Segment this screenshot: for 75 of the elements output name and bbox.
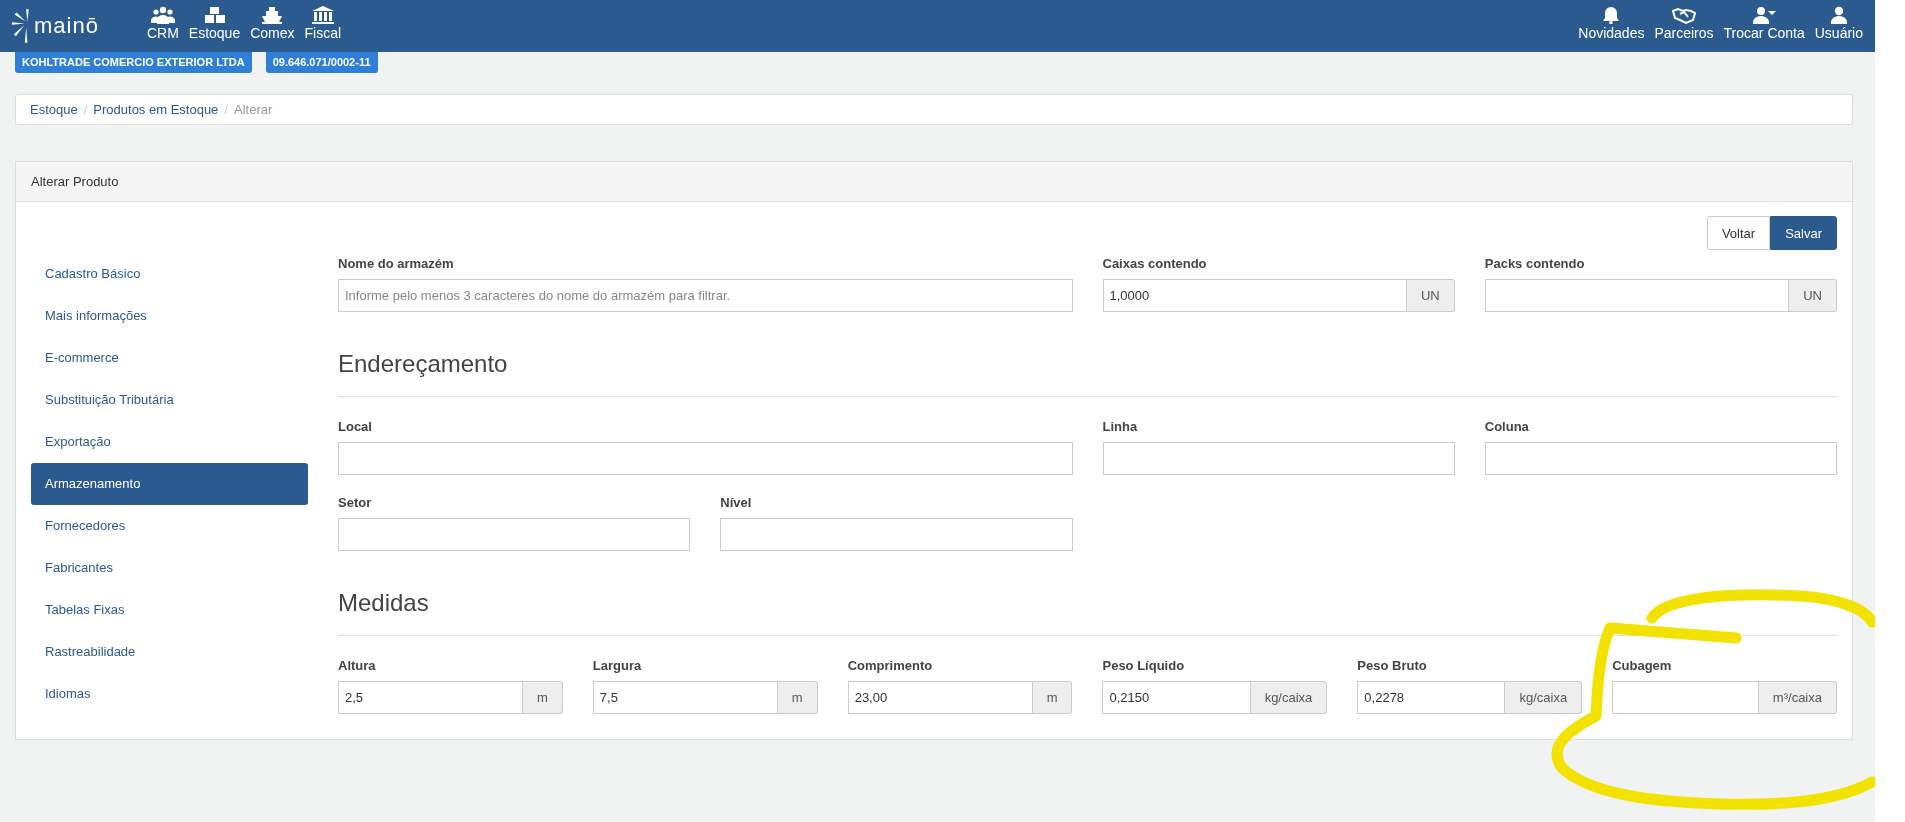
nav-menu-item[interactable]: Usuário xyxy=(1814,5,1863,41)
unit-addon: UN xyxy=(1406,279,1455,312)
input-field[interactable]: 0,2278 xyxy=(1357,681,1506,714)
sidebar-item[interactable]: Tabelas Fixas xyxy=(31,589,308,631)
input-field[interactable]: 23,00 xyxy=(847,681,1033,714)
unit-addon: UN xyxy=(1789,279,1837,312)
company-badge: KOHLTRADE COMERCIO EXTERIOR LTDA xyxy=(15,52,252,73)
input-field[interactable]: 7,5 xyxy=(592,681,778,714)
field-label: Largura xyxy=(592,658,642,673)
field-label: Cubagem xyxy=(1612,658,1672,673)
sidebar-item[interactable]: Idiomas xyxy=(31,673,308,715)
field-label: Peso Líquido xyxy=(1102,658,1185,673)
field-label: Comprimento xyxy=(847,658,933,673)
sidebar-item[interactable]: Rastreabilidade xyxy=(31,631,308,673)
nav-menu-item[interactable]: Novidades xyxy=(1578,5,1645,41)
field-label: Coluna xyxy=(1484,419,1529,434)
field-label: Local xyxy=(338,419,372,434)
logo-mark-icon xyxy=(12,9,30,43)
section-heading: Endereçamento xyxy=(338,350,509,378)
field-label: Setor xyxy=(338,495,372,510)
nav-menu-item[interactable]: Parceiros xyxy=(1654,5,1714,41)
sidebar-item[interactable]: Fornecedores xyxy=(31,505,308,547)
input-field[interactable] xyxy=(1484,442,1837,475)
field-label: Packs contendo xyxy=(1484,256,1585,271)
input-field[interactable]: 1,0000 xyxy=(1102,279,1407,312)
sidebar-item[interactable]: Mais informações xyxy=(31,295,308,337)
user-dropdown-icon xyxy=(1752,5,1777,24)
unit-addon: kg/caixa xyxy=(1505,681,1583,714)
nav-menu-item[interactable]: Fiscal xyxy=(304,5,342,41)
save-button[interactable]: Salvar xyxy=(1770,216,1837,250)
logo-text: mainō xyxy=(34,13,99,39)
unit-addon: m³/caixa xyxy=(1758,681,1837,714)
input-field[interactable]: Informe pelo menos 3 caracteres do nome do armazém para filtrar. xyxy=(338,279,1073,312)
sidebar-item[interactable]: Cadastro Básico xyxy=(31,253,308,295)
breadcrumb-current: Alterar xyxy=(234,102,273,117)
bank-icon xyxy=(310,5,335,24)
nav-menu-item[interactable]: CRM xyxy=(146,5,179,41)
input-field[interactable] xyxy=(338,442,1073,475)
nav-menu-item[interactable]: Comex xyxy=(250,5,295,41)
sidebar-item[interactable]: E-commerce xyxy=(31,337,308,379)
company-badge: 09.646.071/0002-11 xyxy=(265,52,378,73)
breadcrumb-separator: / xyxy=(224,102,228,117)
field-label: Linha xyxy=(1102,419,1138,434)
field-label: Nível xyxy=(720,495,752,510)
ship-icon xyxy=(260,5,285,24)
input-field[interactable]: 0,2150 xyxy=(1102,681,1251,714)
unit-addon: m xyxy=(523,681,563,714)
field-label: Caixas contendo xyxy=(1102,256,1207,271)
boxes-icon xyxy=(202,5,227,24)
breadcrumb-link[interactable]: Produtos em Estoque xyxy=(93,102,219,117)
nav-menu-item[interactable]: Trocar Conta xyxy=(1723,5,1805,41)
unit-addon: kg/caixa xyxy=(1250,681,1328,714)
back-button[interactable]: Voltar xyxy=(1706,216,1771,250)
people-icon xyxy=(150,5,175,24)
sidebar-item[interactable]: Armazenamento xyxy=(31,463,308,505)
field-label: Altura xyxy=(338,658,376,673)
sidebar-item[interactable]: Exportação xyxy=(31,421,308,463)
unit-addon: m xyxy=(1032,681,1073,714)
field-label: Peso Bruto xyxy=(1357,658,1427,673)
input-field[interactable] xyxy=(338,518,691,551)
input-field[interactable] xyxy=(1102,442,1455,475)
input-field[interactable]: 2,5 xyxy=(338,681,523,714)
handshake-icon xyxy=(1672,5,1696,24)
breadcrumb-separator: / xyxy=(83,102,88,117)
input-field[interactable] xyxy=(1612,681,1759,714)
unit-addon: m xyxy=(777,681,818,714)
panel-header: Alterar Produto xyxy=(16,162,1852,202)
section-heading: Medidas xyxy=(338,589,430,617)
sidebar-item[interactable]: Substituição Tributária xyxy=(31,379,308,421)
sidebar-item[interactable]: Fabricantes xyxy=(31,547,308,589)
field-label: Nome do armazém xyxy=(338,256,454,271)
breadcrumb-link[interactable]: Estoque xyxy=(30,102,78,117)
input-field[interactable] xyxy=(720,518,1073,551)
input-field[interactable] xyxy=(1484,279,1790,312)
nav-menu-item[interactable]: Estoque xyxy=(188,5,241,41)
